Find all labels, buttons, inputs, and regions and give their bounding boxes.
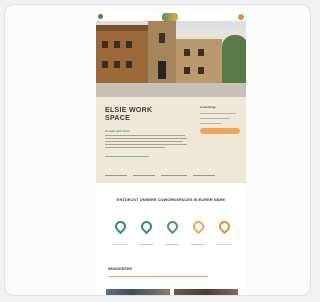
form-field[interactable] xyxy=(200,113,236,114)
site-logo[interactable] xyxy=(162,13,178,21)
news-subheading xyxy=(108,276,208,277)
location-label[interactable] xyxy=(165,244,179,245)
booking-form: Coworking xyxy=(200,105,240,145)
window xyxy=(114,61,120,68)
website-preview: ELSIE WORK SPACE Erstellt jetzt Ihren Co… xyxy=(96,11,246,295)
window xyxy=(184,67,190,74)
tree xyxy=(222,35,246,85)
hero-subtitle: Erstellt jetzt Ihren xyxy=(105,129,131,133)
news-thumbnail[interactable] xyxy=(174,289,238,295)
news-heading: NEUIGKEITEN xyxy=(108,267,132,271)
form-field[interactable] xyxy=(200,118,230,119)
building-right xyxy=(176,39,222,87)
door xyxy=(158,61,166,79)
map-pin-icon[interactable] xyxy=(216,218,233,235)
paragraph-line xyxy=(105,144,187,145)
form-field[interactable] xyxy=(200,123,222,124)
menu-icon[interactable] xyxy=(98,14,103,19)
window xyxy=(126,41,132,48)
contact-icon[interactable] xyxy=(238,14,244,20)
link-line[interactable] xyxy=(105,156,149,157)
window xyxy=(184,49,190,56)
locations-heading: ENTDECKT UNSERE COWORKSPACES IN EURER NÄ… xyxy=(116,197,226,202)
intro-link[interactable] xyxy=(133,175,155,176)
map-pin-icon[interactable] xyxy=(164,218,181,235)
courtyard xyxy=(96,83,246,97)
window xyxy=(102,61,108,68)
intro-link[interactable] xyxy=(105,175,127,176)
map-pin-icon[interactable] xyxy=(138,218,155,235)
preview-card: ELSIE WORK SPACE Erstellt jetzt Ihren Co… xyxy=(4,4,311,296)
book-button[interactable] xyxy=(200,128,240,134)
location-label[interactable] xyxy=(191,244,205,245)
paragraph-line xyxy=(105,138,187,139)
window xyxy=(126,61,132,68)
location-label[interactable] xyxy=(113,244,127,245)
intro-link[interactable] xyxy=(161,175,187,176)
window xyxy=(159,33,165,43)
building-tower xyxy=(148,21,176,87)
intro-section: ELSIE WORK SPACE Erstellt jetzt Ihren Co… xyxy=(96,97,246,183)
map-pin-icon[interactable] xyxy=(112,218,129,235)
window xyxy=(102,41,108,48)
paragraph-line xyxy=(105,141,183,142)
paragraph-line xyxy=(105,135,185,136)
form-label: Coworking xyxy=(200,105,216,109)
location-label[interactable] xyxy=(139,244,153,245)
map-pin-icon[interactable] xyxy=(190,218,207,235)
window xyxy=(198,49,204,56)
location-label[interactable] xyxy=(217,244,231,245)
intro-links xyxy=(105,174,235,178)
paragraph-line xyxy=(105,147,165,148)
window xyxy=(198,67,204,74)
window xyxy=(114,41,120,48)
hero-image xyxy=(96,21,246,97)
hero-title: ELSIE WORK SPACE xyxy=(105,107,153,122)
news-thumbnail[interactable] xyxy=(106,289,170,295)
intro-link[interactable] xyxy=(193,175,215,176)
